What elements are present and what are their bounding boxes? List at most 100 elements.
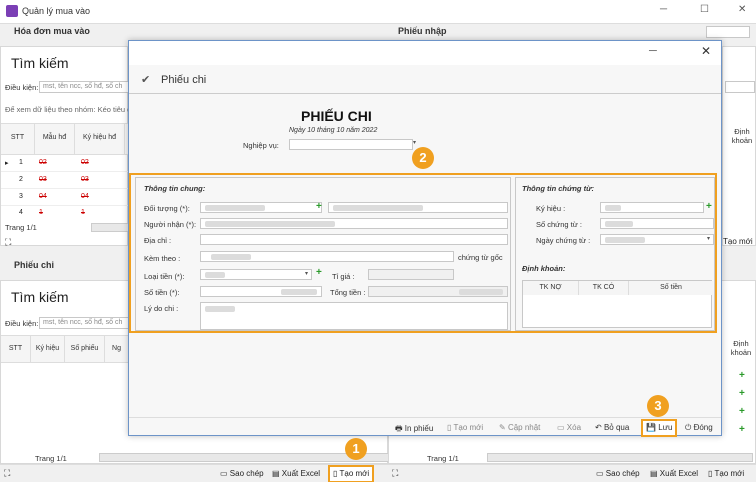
cell-stt: 2 xyxy=(19,176,23,183)
tao-moi-label: Tạo mới xyxy=(714,469,745,478)
cell-stt: 1 xyxy=(19,159,23,166)
in-phieu-label: In phiếu xyxy=(404,424,434,433)
ti-gia-input[interactable] xyxy=(368,269,454,280)
table-row[interactable]: 3 04 04 xyxy=(1,189,129,206)
table-row[interactable]: 2 03 03 xyxy=(1,172,129,189)
search-input[interactable]: mst, tên ncc, số hđ, số ch xyxy=(39,81,129,93)
col-tk-co[interactable]: TK CÓ xyxy=(579,281,629,295)
chevron-down-icon: ▾ xyxy=(304,271,308,277)
maximize-icon[interactable]: ☐ xyxy=(700,4,709,15)
close-icon[interactable]: ✕ xyxy=(738,4,746,15)
excel-icon: ▤ xyxy=(272,469,280,478)
tao-moi-label: Tạo mới xyxy=(453,423,484,432)
col-stt[interactable]: STT xyxy=(1,124,35,154)
table-row[interactable]: ▸ 1 02 02 xyxy=(1,155,129,172)
page-indicator: Trang 1/1 xyxy=(35,454,67,463)
ngay-chung-tu-label: Ngày chứng từ : xyxy=(536,236,591,245)
delete-icon: ▭ xyxy=(557,423,565,432)
loai-tien-select[interactable]: ▾ xyxy=(200,269,312,280)
phieu-chi-dialog: ─ ✕ ✔ Phiếu chi PHIẾU CHI Ngày 10 tháng … xyxy=(128,40,722,437)
cell-ky-hieu: 02 xyxy=(81,159,89,166)
app-titlebar: Quản lý mua vào ─ ☐ ✕ xyxy=(0,0,756,24)
new-file-icon: ▯ xyxy=(447,423,452,432)
add-icon[interactable]: + xyxy=(316,268,322,278)
nghiep-vu-select[interactable] xyxy=(289,139,413,150)
condition-label: Điều kiện: xyxy=(5,83,39,92)
dong-label: Đóng xyxy=(693,423,713,432)
col-ngay[interactable]: Ng xyxy=(105,336,129,362)
add-icon[interactable]: + xyxy=(706,202,712,212)
tao-moi-button[interactable]: ▯ Tạo mới xyxy=(708,469,744,478)
cell-mau: 03 xyxy=(39,176,47,183)
cap-nhat-button[interactable]: ✎ Cập nhật xyxy=(499,423,540,432)
so-tien-label: Số tiền (*): xyxy=(144,288,180,297)
col-dinh-khoan[interactable]: Định khoản xyxy=(727,339,755,357)
ly-do-chi-textarea[interactable] xyxy=(200,302,508,330)
expand-icon[interactable]: ⛶ xyxy=(392,468,398,479)
cell-mau: 02 xyxy=(39,159,47,166)
so-chung-tu-input[interactable] xyxy=(600,218,714,229)
nguoi-nhan-input[interactable] xyxy=(200,218,508,229)
nguoi-nhan-label: Người nhận (*): xyxy=(144,220,197,229)
xoa-button[interactable]: ▭ Xóa xyxy=(557,423,581,432)
add-icon[interactable]: + xyxy=(739,371,745,381)
col-so-phieu[interactable]: Số phiếu xyxy=(65,336,105,362)
add-icon[interactable]: + xyxy=(739,425,745,435)
sao-chep-button[interactable]: ▭ Sao chép xyxy=(596,469,640,478)
horizontal-scrollbar[interactable] xyxy=(487,453,753,462)
expand-icon[interactable]: ⛶ xyxy=(5,237,11,248)
bo-qua-button[interactable]: ↶ Bỏ qua xyxy=(595,423,629,432)
ky-hieu-input[interactable] xyxy=(600,202,704,213)
search-title: Tìm kiếm xyxy=(11,55,69,71)
so-tien-input[interactable] xyxy=(200,286,322,297)
expand-icon[interactable]: ⛶ xyxy=(4,468,10,479)
xuat-excel-button[interactable]: ▤ Xuất Excel xyxy=(650,469,698,478)
add-icon[interactable]: + xyxy=(739,389,745,399)
right-top-box[interactable] xyxy=(706,26,750,38)
sao-chep-label: Sao chép xyxy=(605,469,640,478)
minimize-icon[interactable]: ─ xyxy=(660,4,667,15)
sao-chep-button[interactable]: ▭ Sao chép xyxy=(220,469,264,478)
ngay-chung-tu-input[interactable]: ▾ xyxy=(600,234,714,245)
doi-tuong-input[interactable] xyxy=(200,202,322,213)
kem-theo-input[interactable] xyxy=(200,251,454,262)
condition-label: Điều kiện: xyxy=(5,319,39,328)
luu-label: Lưu xyxy=(658,423,673,432)
dialog-minimize-icon[interactable]: ─ xyxy=(649,45,657,57)
col-stt[interactable]: STT xyxy=(1,336,31,362)
col-dinh-khoan[interactable]: Định khoản xyxy=(729,127,755,145)
bo-qua-label: Bỏ qua xyxy=(603,423,630,432)
doi-tuong-name-input[interactable] xyxy=(328,202,508,213)
luu-button[interactable]: 💾 Lưu xyxy=(641,419,678,437)
xoa-label: Xóa xyxy=(566,423,582,432)
col-tk-no[interactable]: TK NỢ xyxy=(523,281,579,295)
table-row[interactable]: 4 1 1 xyxy=(1,206,129,221)
loai-tien-label: Loại tiền (*): xyxy=(144,272,185,281)
col-so-tien[interactable]: Số tiền xyxy=(629,281,713,295)
cell-mau: 1 xyxy=(39,209,43,216)
right-search-input[interactable] xyxy=(725,81,755,93)
cell-stt: 3 xyxy=(19,193,23,200)
page-indicator: Trang 1/1 xyxy=(5,223,37,232)
horizontal-scrollbar[interactable] xyxy=(91,223,129,232)
accounting-table: TK NỢ TK CÓ Số tiền xyxy=(522,280,713,328)
bottom-toolbar-right: ⛶ ▭ Sao chép ▤ Xuất Excel ▯ Tạo mới xyxy=(388,464,756,482)
in-phieu-button[interactable]: 🖶 In phiếu xyxy=(395,423,433,437)
tao-moi-button[interactable]: ▯ Tạo mới xyxy=(328,465,375,482)
add-icon[interactable]: + xyxy=(316,202,322,212)
tong-tien-input xyxy=(368,286,508,297)
tao-moi-button-top[interactable]: Tạo mới xyxy=(723,237,753,246)
col-mau-hd[interactable]: Mẫu hđ xyxy=(35,124,75,154)
accounting-title: Định khoản: xyxy=(522,264,566,273)
add-icon[interactable]: + xyxy=(739,407,745,417)
tao-moi-dialog-button[interactable]: ▯ Tạo mới xyxy=(447,423,483,432)
dia-chi-input[interactable] xyxy=(200,234,508,245)
search-input[interactable]: mst, tên ncc, số hđ, số ch xyxy=(39,317,129,329)
cell-ky-hieu: 03 xyxy=(81,176,89,183)
col-ky-hieu[interactable]: Ký hiệu xyxy=(31,336,65,362)
dialog-close-icon[interactable]: ✕ xyxy=(701,44,711,58)
xuat-excel-button[interactable]: ▤ Xuất Excel xyxy=(272,469,320,478)
dialog-titlebar: ─ ✕ xyxy=(129,41,721,65)
col-ky-hieu-hd[interactable]: Ký hiệu hđ xyxy=(75,124,125,154)
dong-button[interactable]: ⏻ Đóng xyxy=(685,423,713,433)
